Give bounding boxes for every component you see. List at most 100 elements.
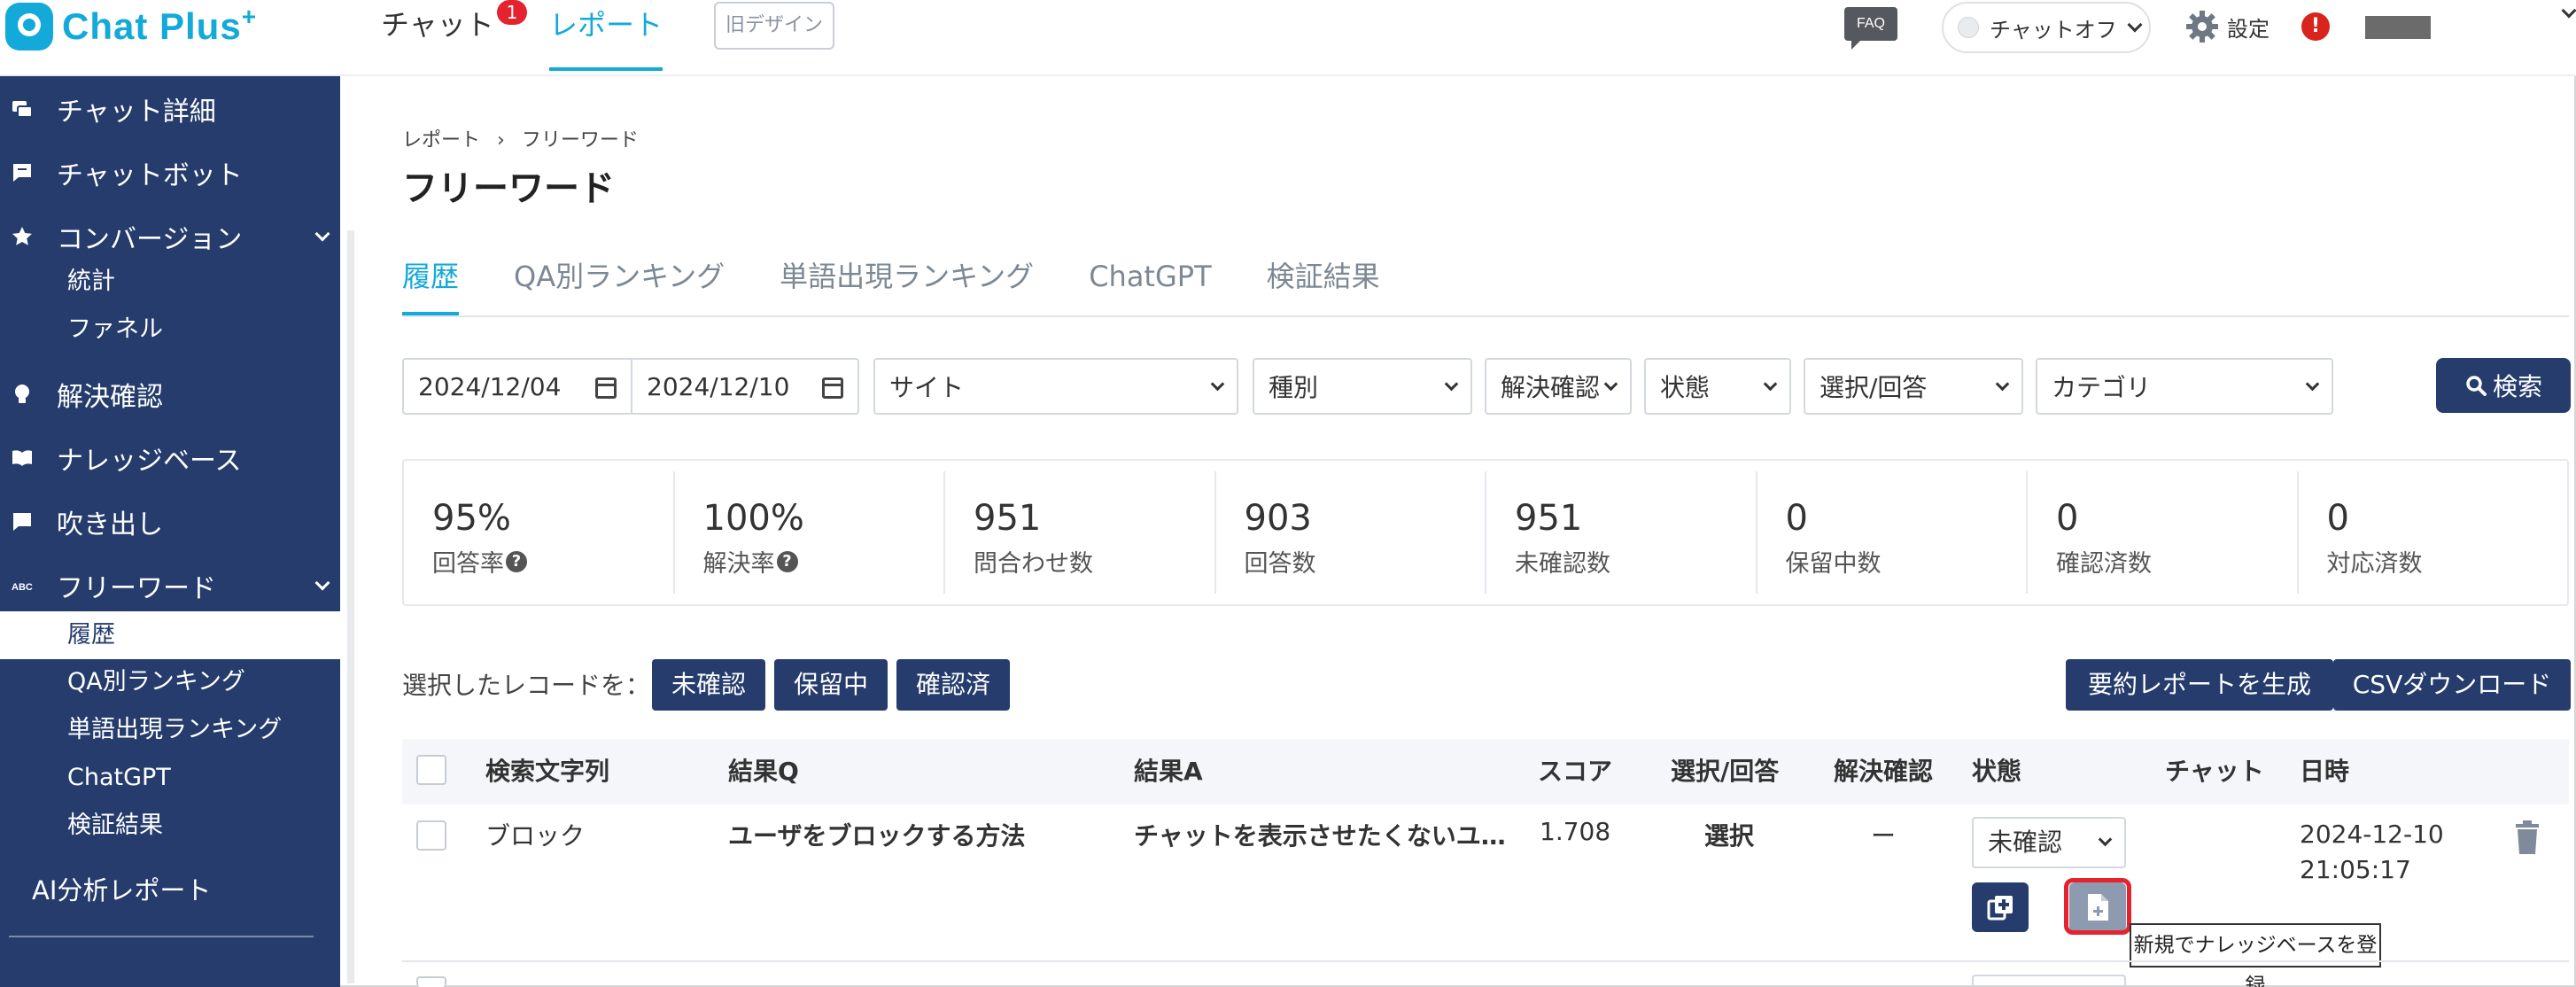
choice-select[interactable]: 選択/回答	[1804, 358, 2023, 415]
stat-label: 確認済数	[2056, 550, 2152, 578]
search-icon	[2466, 376, 2487, 396]
book-icon	[11, 447, 34, 470]
cell-choice: 選択	[1704, 821, 1755, 851]
cell-date: 2024-12-10	[2300, 820, 2444, 849]
column-header-choice[interactable]: 選択/回答	[1671, 739, 1779, 804]
row-checkbox[interactable]	[416, 820, 446, 851]
stat-value: 100%	[702, 498, 804, 539]
sidebar-item-speech-bubble[interactable]: 吹き出し	[0, 500, 340, 544]
sidebar-sub-funnel[interactable]: ファネル	[67, 312, 163, 347]
next-row-checkbox[interactable]	[416, 976, 446, 987]
kind-select[interactable]: 種別	[1253, 358, 1472, 415]
stat-label: 回答数	[1244, 550, 1316, 578]
stat-answers: 903 回答数	[1216, 471, 1486, 594]
calendar-icon[interactable]	[595, 377, 617, 399]
nav-tab-chat[interactable]: チャット	[381, 5, 494, 71]
column-header-query[interactable]: 検索文字列	[485, 739, 609, 804]
chevron-down-icon	[2305, 377, 2320, 392]
csv-download-button[interactable]: CSVダウンロード	[2333, 659, 2571, 711]
select-all-checkbox[interactable]	[416, 755, 446, 785]
column-header-chat[interactable]: チャット	[2165, 739, 2264, 804]
stat-pending: 0 保留中数	[1757, 471, 2028, 594]
help-icon[interactable]: ?	[776, 550, 798, 572]
old-design-button[interactable]: 旧デザイン	[714, 2, 834, 50]
sidebar-item-ai-report[interactable]: AI分析レポート	[0, 867, 340, 911]
state-select[interactable]: 状態	[1644, 358, 1791, 415]
mark-unconfirmed-button[interactable]: 未確認	[652, 659, 765, 711]
copy-add-button[interactable]	[1972, 882, 2029, 932]
svg-text:ABC: ABC	[12, 582, 33, 593]
chatplus-logo[interactable]: Chat Plus+	[5, 2, 257, 51]
stat-label: 保留中数	[1785, 550, 1882, 578]
calendar-icon[interactable]	[822, 377, 843, 399]
stat-label: 回答率	[432, 550, 504, 578]
cell-result-q[interactable]: ユーザをブロックする方法	[728, 817, 1025, 852]
tab-chatgpt[interactable]: ChatGPT	[1089, 257, 1211, 315]
column-header-result-a[interactable]: 結果A	[1134, 739, 1203, 804]
help-icon[interactable]: ?	[506, 550, 527, 572]
sidebar-item-label: チャットボット	[57, 160, 243, 191]
user-menu-chevron-icon[interactable]	[2561, 3, 2576, 19]
sidebar-sub-stats[interactable]: 統計	[67, 264, 115, 299]
breadcrumb-root[interactable]: レポート	[402, 129, 480, 152]
site-select[interactable]: サイト	[873, 358, 1238, 415]
trash-icon[interactable]	[2514, 820, 2541, 856]
user-name-redacted[interactable]	[2365, 16, 2431, 39]
stat-label: 未確認数	[1515, 550, 1610, 578]
chat-status-dropdown[interactable]: チャットオフ	[1942, 2, 2151, 53]
tab-qa-ranking[interactable]: QA別ランキング	[514, 257, 725, 315]
stat-label: 解決率	[702, 550, 775, 578]
sidebar-item-knowledge-base[interactable]: ナレッジベース	[0, 436, 340, 480]
faq-icon[interactable]: FAQ	[1844, 7, 1897, 50]
sidebar-scrollbar[interactable]	[347, 230, 354, 983]
breadcrumb-separator: ›	[497, 129, 505, 152]
sidebar-item-freeword[interactable]: ABC フリーワード	[0, 563, 340, 608]
next-row-state-select[interactable]	[1972, 975, 2126, 987]
logo-mark-icon	[5, 3, 53, 51]
stat-answer-rate: 95% 回答率?	[404, 471, 675, 594]
resolution-select[interactable]: 解決確認	[1485, 358, 1632, 415]
stats-panel: 95% 回答率? 100% 解決率? 951 問合わせ数 903 回答数 951…	[402, 459, 2569, 606]
stat-value: 0	[2056, 498, 2079, 539]
date-to-input[interactable]: 2024/12/10	[631, 358, 859, 415]
chatbot-bubble-icon	[11, 161, 34, 184]
cell-result-a[interactable]: チャットを表示させたくないユ…	[1134, 817, 1506, 852]
choice-select-label: 選択/回答	[1819, 373, 1928, 402]
column-header-datetime[interactable]: 日時	[2300, 739, 2349, 804]
sidebar-divider	[9, 936, 314, 937]
sidebar-item-resolution[interactable]: 解決確認	[0, 372, 340, 416]
column-header-state[interactable]: 状態	[1972, 739, 2021, 804]
chevron-down-icon	[1444, 377, 1459, 392]
category-select[interactable]: カテゴリ	[2036, 358, 2333, 415]
sidebar-item-chat-detail[interactable]: チャット詳細	[0, 87, 340, 131]
cell-datetime: 2024-12-10 21:05:17	[2300, 817, 2444, 888]
column-header-result-q[interactable]: 結果Q	[728, 739, 799, 804]
sidebar-item-label: コンバージョン	[57, 224, 243, 255]
generate-summary-report-button[interactable]: 要約レポートを生成	[2066, 659, 2333, 711]
chevron-down-icon	[314, 226, 330, 242]
sidebar-item-chatbot[interactable]: チャットボット	[0, 151, 340, 195]
search-button[interactable]: 検索	[2436, 358, 2571, 413]
kind-select-label: 種別	[1269, 373, 1319, 402]
sidebar-sub-qa-ranking[interactable]: QA別ランキング	[67, 664, 245, 700]
tab-verification[interactable]: 検証結果	[1267, 257, 1380, 315]
sidebar-sub-word-ranking[interactable]: 単語出現ランキング	[67, 712, 282, 748]
sidebar-item-label: 吹き出し	[57, 509, 163, 540]
sidebar-sub-chatgpt[interactable]: ChatGPT	[67, 760, 171, 796]
mark-pending-button[interactable]: 保留中	[774, 659, 888, 711]
nav-tab-report[interactable]: レポート	[549, 5, 663, 71]
date-from-input[interactable]: 2024/12/04	[402, 358, 632, 415]
sidebar-item-conversion[interactable]: コンバージョン	[0, 214, 340, 259]
column-header-score[interactable]: スコア	[1538, 739, 1612, 804]
mark-confirmed-button[interactable]: 確認済	[896, 659, 1010, 711]
alert-icon[interactable]: !	[2301, 12, 2330, 41]
tab-word-ranking[interactable]: 単語出現ランキング	[780, 257, 1034, 315]
sidebar-sub-verification[interactable]: 検証結果	[67, 808, 163, 843]
settings-button[interactable]: 設定	[2184, 7, 2270, 46]
column-header-resolution[interactable]: 解決確認	[1834, 739, 1933, 804]
tab-history[interactable]: 履歴	[402, 257, 460, 315]
sidebar-sub-history[interactable]: 履歴	[0, 611, 340, 659]
stat-value: 95%	[432, 498, 511, 539]
row-state-select[interactable]: 未確認	[1972, 817, 2126, 868]
cell-time: 21:05:17	[2300, 855, 2411, 884]
